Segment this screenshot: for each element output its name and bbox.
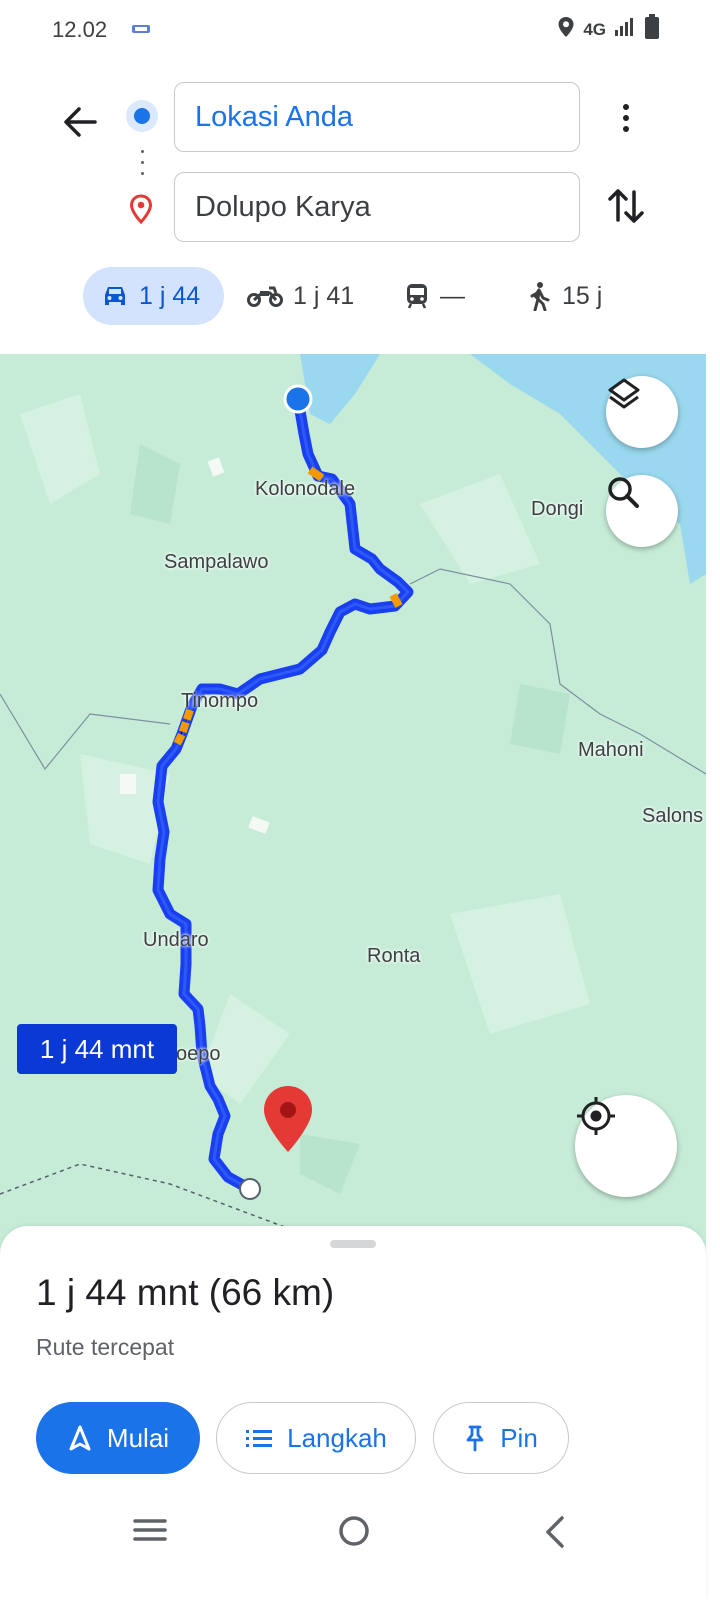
search-along-route-button[interactable] — [606, 475, 678, 547]
search-icon — [608, 477, 639, 508]
mode-tab-motorcycle[interactable]: 1 j 41 — [247, 267, 354, 325]
notification-app-icon — [132, 22, 150, 40]
pin-label: Pin — [500, 1422, 538, 1453]
car-icon — [105, 287, 125, 305]
origin-field[interactable]: Lokasi Anda — [174, 82, 580, 152]
navigation-arrow-icon — [69, 1425, 91, 1451]
mode-label: 1 j 44 — [139, 281, 201, 310]
motorcycle-icon — [247, 286, 283, 307]
route-end-marker — [239, 1178, 261, 1200]
place-label: Ronta — [367, 945, 421, 967]
start-label: Mulai — [106, 1422, 170, 1453]
place-label: Sampalawo — [164, 551, 269, 573]
place-label: oepo — [176, 1043, 221, 1065]
destination-pin-icon — [128, 194, 154, 229]
mode-label: — — [440, 281, 465, 310]
menu-lines-icon — [133, 1519, 167, 1541]
start-navigation-button[interactable]: Mulai — [36, 1402, 200, 1474]
status-time: 12.02 — [52, 17, 108, 42]
place-label: Mahoni — [578, 739, 644, 761]
mode-tab-walking[interactable]: 15 j — [526, 267, 602, 325]
layers-button[interactable] — [606, 376, 678, 448]
network-type: 4G — [583, 19, 606, 39]
mode-tab-driving[interactable]: 1 j 44 — [83, 267, 224, 325]
swap-button[interactable] — [604, 184, 648, 228]
mode-label: 15 j — [562, 281, 603, 310]
home-button[interactable] — [336, 1515, 372, 1556]
status-bar: 12.02 4G — [0, 0, 720, 60]
recent-apps-button[interactable] — [132, 1515, 168, 1550]
route-subtitle: Rute tercepat — [36, 1334, 175, 1360]
route-map[interactable]: Kolonodale Dongi Sampalawo Tinompo Mahon… — [0, 354, 706, 1254]
system-back-button[interactable] — [540, 1515, 570, 1554]
mode-label: 1 j 41 — [293, 281, 355, 310]
home-circle-icon — [339, 1516, 369, 1546]
more-options-button[interactable] — [610, 98, 642, 138]
route-dots-connector — [140, 150, 144, 180]
my-location-button[interactable] — [575, 1095, 677, 1197]
status-icons: 4G — [557, 14, 660, 45]
pin-button[interactable]: Pin — [433, 1402, 569, 1474]
battery-icon — [644, 14, 660, 45]
location-icon — [557, 16, 575, 43]
steps-label: Langkah — [287, 1422, 387, 1453]
steps-button[interactable]: Langkah — [216, 1402, 416, 1474]
origin-dot-icon — [126, 100, 158, 132]
back-button[interactable] — [58, 100, 102, 144]
sheet-drag-handle[interactable] — [330, 1240, 376, 1248]
place-label: Kolonodale — [255, 478, 356, 500]
place-label: Dongi — [531, 498, 584, 520]
transit-icon — [407, 284, 427, 309]
swap-vertical-icon — [608, 189, 644, 223]
list-icon — [246, 1430, 273, 1447]
signal-icon — [614, 16, 636, 43]
layers-icon — [608, 378, 640, 409]
route-summary: 1 j 44 mnt (66 km) — [36, 1272, 335, 1313]
chevron-left-icon — [546, 1516, 564, 1548]
place-label: Salons — [642, 805, 704, 827]
travel-mode-tabs: 1 j 44 1 j 41 — 15 j — [0, 267, 720, 325]
place-label: Undaro — [143, 929, 209, 951]
destination-field[interactable]: Dolupo Karya — [174, 172, 580, 242]
arrow-left-icon — [64, 107, 97, 137]
place-label: Tinompo — [181, 690, 259, 712]
walk-icon — [530, 282, 550, 311]
pin-icon — [466, 1425, 484, 1452]
crosshair-location-icon — [577, 1097, 615, 1135]
system-navigation-bar — [0, 1505, 706, 1565]
mode-tab-transit[interactable]: — — [404, 267, 465, 325]
origin-marker[interactable] — [283, 384, 313, 414]
route-eta-chip[interactable]: 1 j 44 mnt — [17, 1024, 177, 1074]
